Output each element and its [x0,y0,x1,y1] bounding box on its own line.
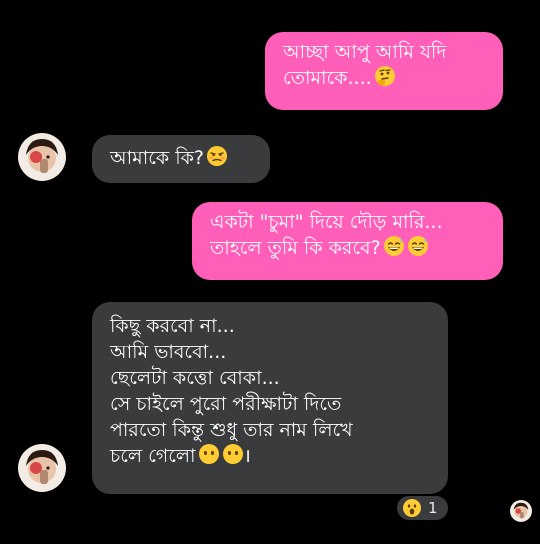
message-line-text: তাহলে তুমি কি করবে? [210,237,381,259]
reaction-count: 1 [428,499,438,517]
thinking-face-icon [374,66,395,86]
message-line: কিছু করবো না... [110,315,235,337]
message-line: চলে গেলো । [110,443,430,469]
message-line: সে চাইলে পুরো পরীক্ষাটা দিতে [110,393,342,415]
avatar-image-icon [510,500,532,522]
face-without-mouth-icon [198,444,219,464]
message-line: তাহলে তুমি কি করবে? [210,235,487,261]
message-line-text: তোমাকে.... [283,67,372,89]
grinning-sweat-face-icon [383,236,404,256]
avatar-image-icon [18,133,66,181]
message-line-text: চলে গেলো [110,445,196,467]
message-line-text: আমাকে কি? [110,147,205,169]
grinning-sweat-face-icon [407,236,428,256]
seen-avatar [510,500,532,522]
contact-avatar[interactable] [18,133,66,181]
reaction-badge[interactable]: 1 [395,494,450,522]
message-line: আমাকে কি? [110,145,252,171]
message-line: ছেলেটা কত্তো বোকা... [110,367,280,389]
message-bubble-incoming[interactable]: আমাকে কি? [92,135,270,183]
message-line: একটা "চুমা" দিয়ে দৌড় মারি... [210,211,443,233]
message-line: পারতো কিন্তু শুধু তার নাম লিখে [110,419,353,441]
message-bubble-outgoing[interactable]: আচ্ছা আপু আমি যদি তোমাকে.... [265,32,503,110]
contact-avatar[interactable] [18,444,66,492]
message-trailing-text: । [243,445,251,467]
avatar-image-icon [18,444,66,492]
face-without-mouth-icon [222,444,243,464]
unamused-face-icon [207,146,228,166]
message-line: আচ্ছা আপু আমি যদি [283,41,447,63]
message-line: তোমাকে.... [283,65,487,91]
message-line: আমি ভাববো... [110,341,227,363]
chat-thread: আচ্ছা আপু আমি যদি তোমাকে.... আমাকে কি? এ… [0,0,540,544]
open-mouth-face-icon [403,499,421,517]
message-bubble-outgoing[interactable]: একটা "চুমা" দিয়ে দৌড় মারি... তাহলে তুম… [192,202,503,280]
message-bubble-incoming[interactable]: কিছু করবো না... আমি ভাববো... ছেলেটা কত্ত… [92,302,448,494]
